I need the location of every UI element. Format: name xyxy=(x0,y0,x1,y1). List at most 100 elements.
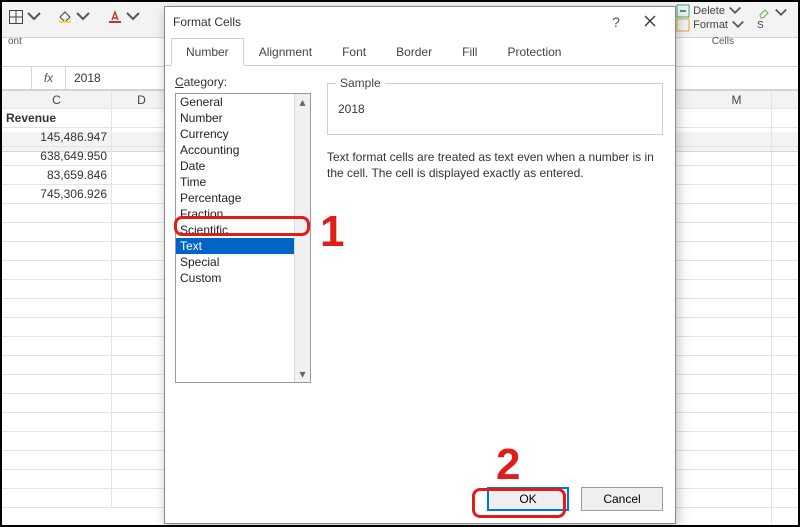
cell[interactable] xyxy=(2,356,112,375)
category-item-text[interactable]: Text xyxy=(176,238,310,254)
cell[interactable] xyxy=(2,432,112,451)
cell[interactable] xyxy=(772,394,798,413)
cell[interactable] xyxy=(112,508,172,525)
cell[interactable] xyxy=(702,356,772,375)
cell[interactable] xyxy=(112,261,172,280)
cell[interactable] xyxy=(2,413,112,432)
col-header-d[interactable]: D xyxy=(112,91,172,110)
cell[interactable] xyxy=(772,470,798,489)
cell[interactable] xyxy=(112,413,172,432)
cell[interactable]: 83,659.846 xyxy=(2,166,112,185)
cell[interactable]: 145,486.947 xyxy=(2,128,112,147)
category-item-general[interactable]: General xyxy=(176,94,310,110)
cell[interactable] xyxy=(2,242,112,261)
cell[interactable] xyxy=(2,337,112,356)
dialog-titlebar[interactable]: Format Cells ? xyxy=(165,7,675,37)
cell[interactable] xyxy=(702,337,772,356)
cell[interactable] xyxy=(2,489,112,508)
cell[interactable] xyxy=(772,318,798,337)
cell[interactable] xyxy=(772,489,798,508)
cell[interactable] xyxy=(112,375,172,394)
cell[interactable] xyxy=(702,280,772,299)
cell[interactable] xyxy=(772,337,798,356)
cancel-button[interactable]: Cancel xyxy=(581,487,663,511)
cell[interactable] xyxy=(112,223,172,242)
name-box[interactable] xyxy=(2,67,32,89)
cell[interactable] xyxy=(702,261,772,280)
tab-border[interactable]: Border xyxy=(381,38,447,66)
cell[interactable] xyxy=(702,489,772,508)
col-header-n[interactable]: N xyxy=(772,91,798,110)
borders-button[interactable] xyxy=(4,6,46,28)
tab-protection[interactable]: Protection xyxy=(492,38,576,66)
cell[interactable] xyxy=(772,413,798,432)
cell[interactable] xyxy=(702,128,772,147)
cell[interactable] xyxy=(2,261,112,280)
category-item-accounting[interactable]: Accounting xyxy=(176,142,310,158)
cell[interactable] xyxy=(702,166,772,185)
cell[interactable] xyxy=(2,394,112,413)
cell[interactable]: Revenue xyxy=(2,109,112,128)
category-item-number[interactable]: Number xyxy=(176,110,310,126)
clear-button[interactable] xyxy=(757,6,788,20)
tab-fill[interactable]: Fill xyxy=(447,38,492,66)
cell[interactable] xyxy=(112,166,172,185)
cell[interactable] xyxy=(2,204,112,223)
cell[interactable] xyxy=(112,109,172,128)
tab-alignment[interactable]: Alignment xyxy=(244,38,327,66)
category-item-custom[interactable]: Custom xyxy=(176,270,310,286)
cell[interactable] xyxy=(772,451,798,470)
cell[interactable] xyxy=(702,451,772,470)
cell[interactable] xyxy=(772,356,798,375)
col-header-m[interactable]: M xyxy=(702,91,772,110)
category-item-date[interactable]: Date xyxy=(176,158,310,174)
cell[interactable] xyxy=(702,185,772,204)
cell[interactable] xyxy=(772,261,798,280)
cell[interactable] xyxy=(112,185,172,204)
cell[interactable] xyxy=(112,337,172,356)
cell[interactable] xyxy=(112,128,172,147)
cell[interactable] xyxy=(702,147,772,166)
cell[interactable] xyxy=(112,242,172,261)
category-item-special[interactable]: Special xyxy=(176,254,310,270)
cell[interactable] xyxy=(702,109,772,128)
category-item-time[interactable]: Time xyxy=(176,174,310,190)
cell[interactable] xyxy=(772,280,798,299)
cell[interactable] xyxy=(2,318,112,337)
font-color-button[interactable] xyxy=(103,6,145,28)
cell[interactable] xyxy=(112,394,172,413)
cell[interactable] xyxy=(2,299,112,318)
category-item-scientific[interactable]: Scientific xyxy=(176,222,310,238)
category-item-fraction[interactable]: Fraction xyxy=(176,206,310,222)
cell[interactable] xyxy=(2,451,112,470)
fill-color-button[interactable] xyxy=(53,6,95,28)
category-item-percentage[interactable]: Percentage xyxy=(176,190,310,206)
cell[interactable] xyxy=(112,356,172,375)
cell[interactable] xyxy=(702,508,772,525)
cell[interactable] xyxy=(772,299,798,318)
cell[interactable] xyxy=(2,375,112,394)
cell[interactable] xyxy=(112,470,172,489)
cell[interactable] xyxy=(112,432,172,451)
cell[interactable]: 638,649.950 xyxy=(2,147,112,166)
cell[interactable] xyxy=(2,470,112,489)
format-cells-button[interactable]: Format xyxy=(676,18,745,32)
sort-filter-button[interactable]: S xyxy=(757,20,764,31)
cell[interactable] xyxy=(112,299,172,318)
cell[interactable] xyxy=(772,109,798,128)
cell[interactable] xyxy=(112,280,172,299)
cell[interactable] xyxy=(112,147,172,166)
cell[interactable] xyxy=(2,280,112,299)
ok-button[interactable]: OK xyxy=(487,487,569,511)
cell[interactable] xyxy=(772,166,798,185)
cell[interactable] xyxy=(702,204,772,223)
cell[interactable] xyxy=(702,223,772,242)
tab-font[interactable]: Font xyxy=(327,38,381,66)
category-list[interactable]: General Number Currency Accounting Date … xyxy=(175,93,311,383)
tab-number[interactable]: Number xyxy=(171,38,244,66)
cell[interactable] xyxy=(772,128,798,147)
cell[interactable] xyxy=(112,204,172,223)
cell[interactable] xyxy=(772,375,798,394)
cell[interactable] xyxy=(702,394,772,413)
scroll-up-icon[interactable]: ▴ xyxy=(295,94,310,110)
